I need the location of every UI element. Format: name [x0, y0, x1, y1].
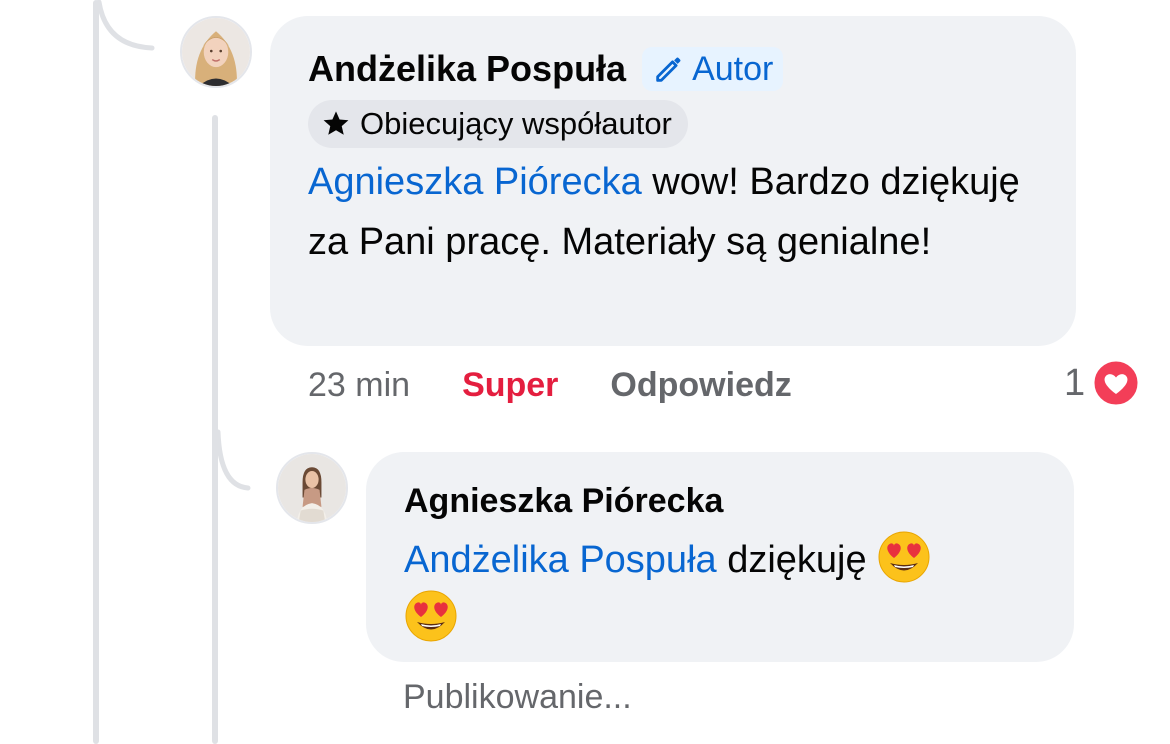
- comment-author-name[interactable]: Andżelika Pospuła: [308, 48, 626, 90]
- star-icon: [323, 111, 349, 135]
- avatar-andzelika[interactable]: [180, 16, 252, 88]
- reaction-summary[interactable]: 1: [1064, 358, 1141, 408]
- like-button[interactable]: Super: [462, 366, 558, 405]
- contributor-badge-label: Obiecujący współautor: [360, 106, 672, 141]
- reply-body: dziękuję: [716, 539, 878, 581]
- comment-timestamp[interactable]: 23 min: [308, 366, 410, 405]
- comment-actions: 23 min Super Odpowiedz: [308, 362, 792, 408]
- pencil-icon: [656, 57, 681, 82]
- reply-author-name[interactable]: Agnieszka Piórecka: [404, 478, 1038, 524]
- reply-button[interactable]: Odpowiedz: [610, 366, 791, 405]
- contributor-badge[interactable]: Obiecujący współautor: [308, 100, 688, 148]
- reply-mention-link[interactable]: Andżelika Pospuła: [404, 539, 717, 581]
- heart-icon: [1091, 358, 1141, 408]
- heart-eyes-emoji-icon: [877, 530, 931, 584]
- comment-text: Agnieszka Piórecka wow! Bardzo dziękuję …: [308, 152, 1040, 272]
- reply-bubble: Agnieszka Piórecka Andżelika Pospuła dzi…: [366, 452, 1074, 662]
- avatar-agnieszka[interactable]: [276, 452, 348, 524]
- comment-mention-link[interactable]: Agnieszka Piórecka: [308, 161, 642, 203]
- posting-status: Publikowanie...: [403, 678, 632, 716]
- heart-eyes-emoji-icon: [404, 589, 458, 643]
- author-badge: Autor: [642, 47, 784, 91]
- comment-bubble: Andżelika Pospuła Autor Obiecujący współ…: [270, 16, 1076, 346]
- author-badge-label: Autor: [692, 49, 774, 88]
- reaction-count: 1: [1064, 361, 1086, 404]
- reply-text: Andżelika Pospuła dziękuję: [404, 530, 1038, 648]
